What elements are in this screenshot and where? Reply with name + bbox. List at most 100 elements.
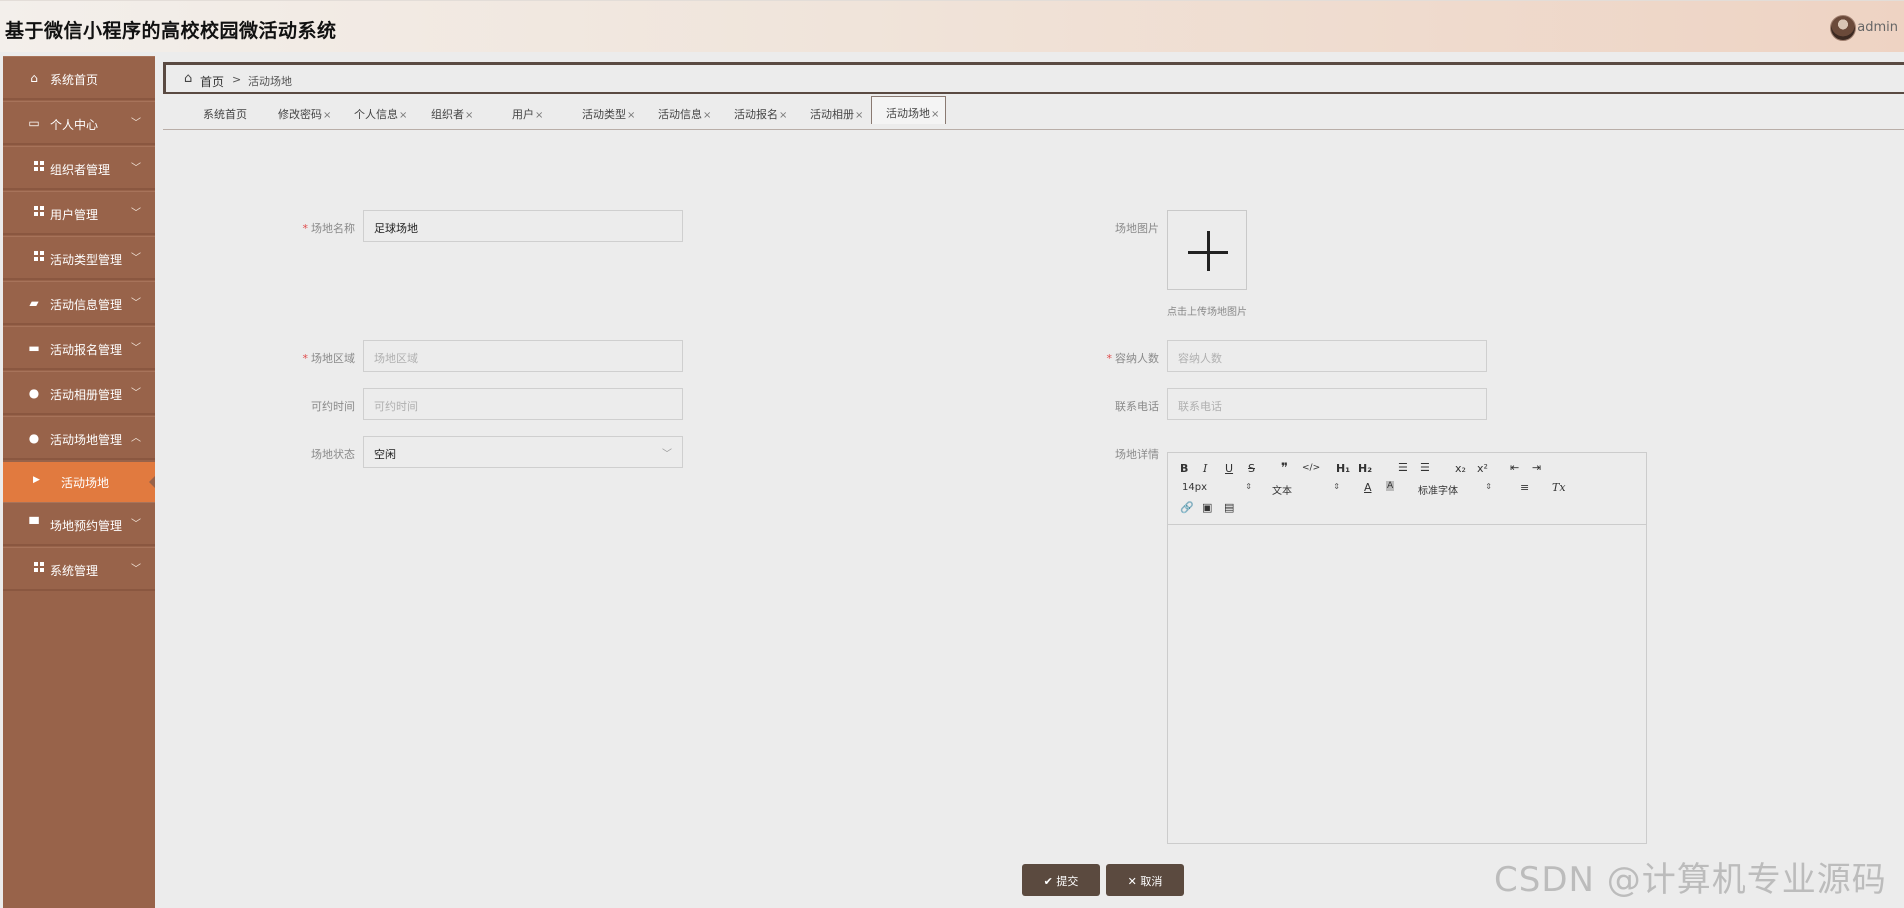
- tab-change-password[interactable]: 修改密码×: [278, 98, 331, 124]
- venue-area-input[interactable]: 场地区域: [363, 340, 683, 372]
- chevron-down-icon: ﹀: [131, 163, 141, 174]
- close-icon[interactable]: ×: [399, 110, 407, 121]
- tab-users[interactable]: 用户×: [512, 98, 543, 124]
- h1-button[interactable]: H₁: [1336, 462, 1350, 475]
- capacity-input[interactable]: 容纳人数: [1167, 340, 1487, 372]
- tab-personal-info[interactable]: 个人信息×: [354, 98, 407, 124]
- close-icon[interactable]: ×: [323, 110, 331, 121]
- tab-label: 活动报名: [734, 108, 778, 121]
- bold-button[interactable]: B: [1180, 462, 1188, 475]
- clean-format-button[interactable]: Tx: [1552, 481, 1566, 494]
- italic-button[interactable]: I: [1203, 462, 1207, 475]
- home-icon[interactable]: ⌂: [184, 71, 192, 86]
- sidebar-item-home[interactable]: ⌂ 系统首页: [3, 56, 155, 100]
- close-icon[interactable]: ×: [703, 110, 711, 121]
- tab-bar: 系统首页 修改密码× 个人信息× 组织者× 用户× 活动类型× 活动信息× 活动…: [163, 96, 1904, 130]
- avatar[interactable]: [1830, 15, 1856, 41]
- sidebar-item-label: 系统首页: [50, 73, 99, 87]
- tab-label: 个人信息: [354, 108, 398, 121]
- sidebar-item-label: 个人中心: [50, 118, 99, 132]
- close-icon[interactable]: ×: [465, 110, 473, 121]
- location-pin-icon: ●: [28, 431, 40, 445]
- sidebar-item-activity-type[interactable]: 活动类型管理 ﹀: [3, 236, 155, 280]
- tab-label: 活动信息: [658, 108, 702, 121]
- grid-icon: [27, 562, 41, 576]
- close-icon[interactable]: ×: [931, 109, 939, 120]
- caret-right-icon: ▶: [33, 475, 40, 485]
- tab-venue[interactable]: 活动场地×: [871, 96, 947, 124]
- subscript-button[interactable]: x₂: [1455, 462, 1466, 475]
- indent-icon[interactable]: ⇥: [1532, 461, 1541, 474]
- video-icon[interactable]: ▤: [1224, 501, 1234, 514]
- image-icon[interactable]: ▣: [1202, 501, 1212, 514]
- sidebar-item-organizer[interactable]: 组织者管理 ﹀: [3, 146, 155, 190]
- sidebar-subitem-venue[interactable]: ▶ 活动场地: [3, 462, 155, 502]
- submit-button[interactable]: ✔ 提交: [1022, 864, 1100, 896]
- select-value: 文本: [1272, 486, 1292, 497]
- tab-organizer[interactable]: 组织者×: [431, 98, 473, 124]
- button-label: 取消: [1140, 875, 1163, 888]
- briefcase-icon: ▬: [28, 341, 40, 355]
- editor-toolbar: B I U S ❞ </> H₁ H₂ ☰ ☰ x₂ x² ⇤ ⇥ 14px ⇕ …: [1168, 453, 1646, 525]
- venue-area-label: * 场地区域: [255, 350, 356, 366]
- h2-button[interactable]: H₂: [1358, 462, 1372, 475]
- available-time-label: 可约时间: [311, 400, 355, 413]
- sidebar-item-label: 用户管理: [50, 208, 99, 222]
- image-upload-button[interactable]: [1167, 210, 1247, 290]
- underline-button[interactable]: U: [1225, 462, 1233, 475]
- quote-button[interactable]: ❞: [1281, 461, 1288, 476]
- venue-status-select[interactable]: 空闲 ﹀: [363, 436, 683, 468]
- font-family-select[interactable]: 标准字体 ⇕: [1418, 482, 1492, 497]
- available-time-input[interactable]: 可约时间: [363, 388, 683, 420]
- breadcrumb: ⌂ 首页 > 活动场地: [163, 62, 1904, 94]
- chevron-down-icon: ﹀: [131, 519, 141, 530]
- tab-activity-signup[interactable]: 活动报名×: [734, 98, 787, 124]
- strike-button[interactable]: S: [1248, 462, 1255, 475]
- close-icon[interactable]: ×: [627, 110, 635, 121]
- font-color-button[interactable]: A: [1364, 481, 1372, 494]
- ordered-list-icon[interactable]: ☰: [1398, 461, 1408, 474]
- phone-input[interactable]: 联系电话: [1167, 388, 1487, 420]
- bullet-list-icon[interactable]: ☰: [1420, 461, 1430, 474]
- tab-activity-info[interactable]: 活动信息×: [658, 98, 711, 124]
- tab-activity-album[interactable]: 活动相册×: [810, 98, 863, 124]
- cancel-button[interactable]: ✕ 取消: [1106, 864, 1184, 896]
- header-select[interactable]: 文本 ⇕: [1272, 482, 1340, 497]
- tab-home[interactable]: 系统首页: [203, 98, 247, 124]
- align-icon[interactable]: ≡: [1520, 481, 1529, 494]
- chevron-down-icon: ﹀: [131, 343, 141, 354]
- sidebar-item-system[interactable]: 系统管理 ﹀: [3, 547, 155, 591]
- sidebar-item-label: 场地预约管理: [50, 519, 123, 533]
- tab-activity-type[interactable]: 活动类型×: [582, 98, 635, 124]
- top-header: 基于微信小程序的高校校园微活动系统 admin: [0, 0, 1904, 52]
- code-button[interactable]: </>: [1302, 463, 1320, 473]
- required-mark: *: [302, 352, 309, 365]
- sidebar-item-users[interactable]: 用户管理 ﹀: [3, 191, 155, 235]
- superscript-button[interactable]: x²: [1477, 462, 1488, 475]
- sidebar-item-label: 活动报名管理: [50, 343, 123, 357]
- username[interactable]: admin: [1857, 20, 1898, 35]
- sidebar-item-label: 活动场地管理: [50, 433, 123, 447]
- chat-icon: ▰: [29, 296, 39, 310]
- phone-label: 联系电话: [1115, 400, 1159, 413]
- button-label: 提交: [1056, 875, 1079, 888]
- sidebar-item-personal-center[interactable]: ▭ 个人中心 ﹀: [3, 101, 155, 145]
- close-icon[interactable]: ×: [535, 110, 543, 121]
- venue-name-input[interactable]: 足球场地: [363, 210, 683, 242]
- close-icon[interactable]: ×: [855, 110, 863, 121]
- sidebar-item-activity-signup[interactable]: ▬ 活动报名管理 ﹀: [3, 326, 155, 370]
- sidebar-item-label: 系统管理: [50, 564, 99, 578]
- id-card-icon: ▭: [28, 116, 40, 130]
- editor-content-area[interactable]: [1168, 525, 1646, 843]
- font-size-select[interactable]: 14px ⇕: [1182, 482, 1252, 493]
- sidebar-item-activity-album[interactable]: ● 活动相册管理 ﹀: [3, 371, 155, 415]
- updown-icon: ⇕: [1485, 482, 1492, 491]
- breadcrumb-home[interactable]: 首页: [200, 73, 224, 90]
- close-icon[interactable]: ×: [779, 110, 787, 121]
- link-icon[interactable]: 🔗: [1180, 501, 1194, 514]
- outdent-icon[interactable]: ⇤: [1510, 461, 1519, 474]
- sidebar-item-activity-info[interactable]: ▰ 活动信息管理 ﹀: [3, 281, 155, 325]
- background-color-button[interactable]: A: [1386, 481, 1395, 491]
- sidebar-item-venue-booking[interactable]: ▀ 场地预约管理 ﹀: [3, 502, 155, 546]
- sidebar-item-venue-management[interactable]: ● 活动场地管理 ︿: [3, 416, 155, 460]
